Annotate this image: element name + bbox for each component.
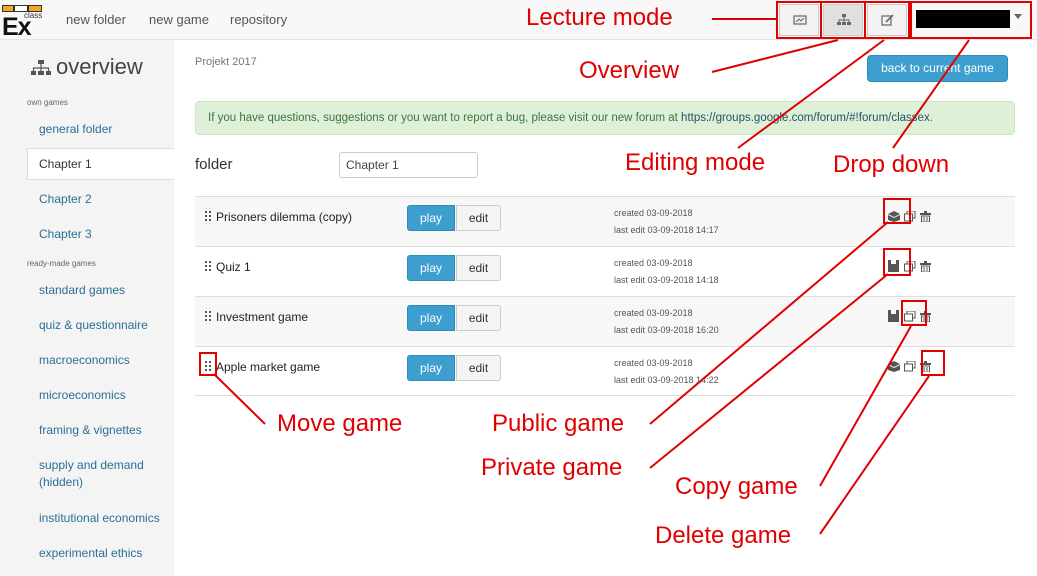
annotation-move-game: Move game: [277, 410, 403, 437]
annotation-lecture-mode: Lecture mode: [526, 4, 673, 31]
annotation-public-game: Public game: [492, 410, 625, 437]
annotation-overview: Overview: [579, 57, 680, 84]
annotation-delete-game: Delete game: [655, 522, 792, 549]
annotation-copy-game: Copy game: [675, 473, 798, 500]
annotation-drop-down: Drop down: [833, 151, 950, 178]
annotation-lines: [213, 18, 970, 535]
classex-page: class Ex new folder new game repository …: [0, 0, 1037, 576]
annotation-editing-mode: Editing mode: [625, 149, 766, 176]
annotation-private-game: Private game: [481, 454, 623, 481]
